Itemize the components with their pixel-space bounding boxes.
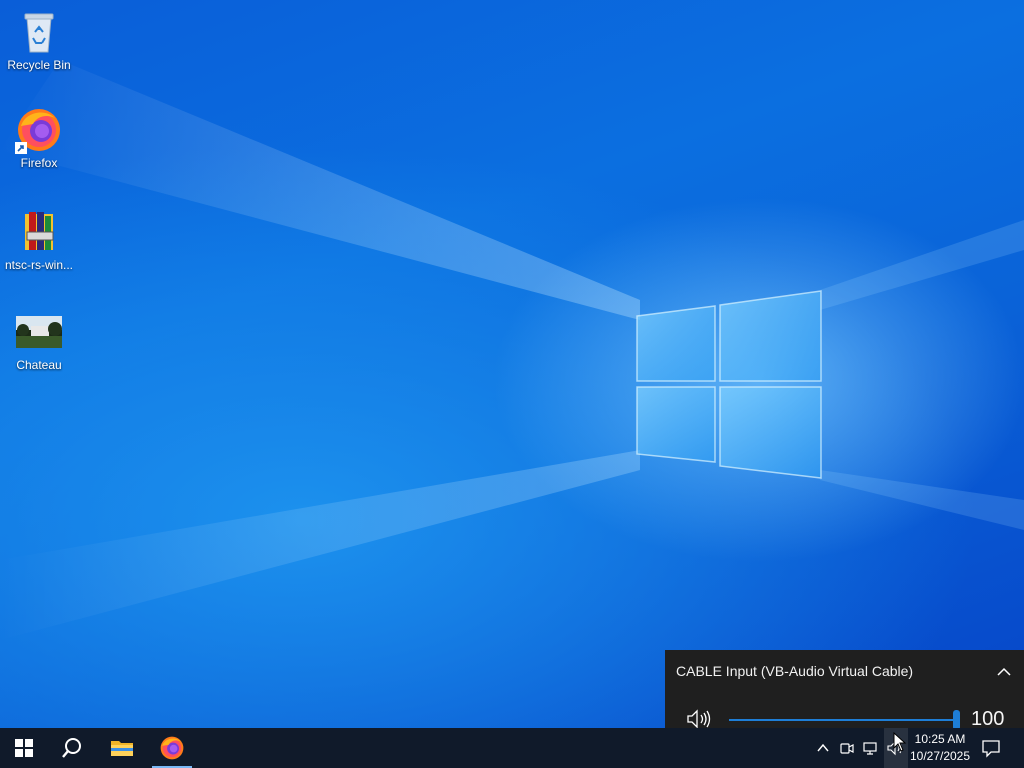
mouse-cursor-icon bbox=[893, 732, 907, 752]
clock-time: 10:25 AM bbox=[914, 732, 966, 746]
speaker-icon[interactable] bbox=[685, 708, 713, 728]
desktop[interactable]: Recycle Bin Firefox ntsc-rs-win... Chate… bbox=[0, 0, 1024, 728]
windows-wallpaper-logo bbox=[636, 290, 822, 479]
notification-center-icon[interactable] bbox=[978, 736, 1004, 760]
chevron-up-icon[interactable] bbox=[994, 662, 1014, 682]
network-icon bbox=[863, 742, 877, 755]
desktop-icon-ntsc-rs[interactable]: ntsc-rs-win... bbox=[1, 208, 77, 272]
shortcut-arrow-icon bbox=[15, 142, 27, 154]
network-button[interactable] bbox=[861, 738, 881, 758]
desktop-icon-firefox[interactable]: Firefox bbox=[1, 106, 77, 170]
firefox-icon bbox=[15, 106, 63, 154]
image-thumbnail-icon bbox=[15, 308, 63, 356]
start-button[interactable] bbox=[2, 728, 46, 768]
desktop-icon-chateau[interactable]: Chateau bbox=[1, 308, 77, 372]
desktop-icon-label: Firefox bbox=[20, 156, 58, 170]
volume-value: 100 bbox=[971, 708, 1005, 728]
folder-icon bbox=[111, 741, 133, 756]
meet-now-button[interactable] bbox=[837, 738, 857, 758]
search-button[interactable] bbox=[50, 728, 94, 768]
desktop-icon-label: Recycle Bin bbox=[7, 58, 71, 72]
volume-flyout: CABLE Input (VB-Audio Virtual Cable) 100 bbox=[665, 650, 1024, 728]
desktop-icon-recycle-bin[interactable]: Recycle Bin bbox=[1, 8, 77, 72]
file-explorer-button[interactable] bbox=[100, 728, 144, 768]
audio-device-name[interactable]: CABLE Input (VB-Audio Virtual Cable) bbox=[676, 663, 913, 679]
windows-logo-icon bbox=[15, 739, 33, 757]
taskbar: 10:25 AM 10/27/2025 bbox=[0, 728, 1024, 768]
recycle-bin-icon bbox=[15, 8, 63, 56]
desktop-icon-label: ntsc-rs-win... bbox=[4, 258, 73, 272]
chevron-up-icon bbox=[817, 743, 829, 752]
firefox-taskbar-button[interactable] bbox=[150, 728, 194, 768]
meet-now-icon bbox=[840, 743, 854, 754]
volume-slider-thumb[interactable] bbox=[953, 710, 960, 728]
clock[interactable]: 10:25 AM 10/27/2025 bbox=[908, 731, 972, 765]
volume-slider-track[interactable] bbox=[729, 719, 955, 721]
clock-date: 10/27/2025 bbox=[909, 749, 971, 763]
show-hidden-icons-button[interactable] bbox=[813, 738, 833, 758]
search-icon bbox=[62, 738, 81, 758]
firefox-icon bbox=[160, 736, 184, 760]
winrar-archive-icon bbox=[15, 208, 63, 256]
desktop-icon-label: Chateau bbox=[16, 358, 62, 372]
